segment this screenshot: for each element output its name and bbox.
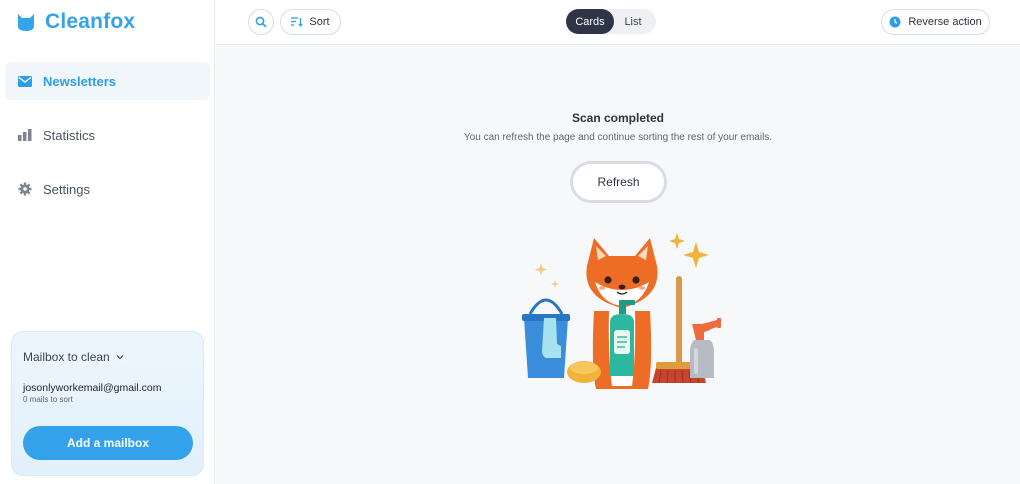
- refresh-button[interactable]: Refresh: [570, 161, 667, 203]
- scan-status-message: You can refresh the page and continue so…: [463, 132, 773, 143]
- sidebar-item-settings[interactable]: Settings: [5, 170, 210, 208]
- sidebar: Cleanfox Newsletters Statistics Settings…: [0, 0, 215, 484]
- fox-cleaning-illustration: [522, 233, 721, 389]
- scan-status-title: Scan completed: [571, 111, 665, 125]
- mailbox-title: Mailbox to clean: [23, 350, 110, 364]
- sidebar-nav: Newsletters Statistics Settings: [5, 62, 210, 224]
- search-button[interactable]: [248, 9, 274, 35]
- sidebar-item-newsletters[interactable]: Newsletters: [5, 62, 210, 100]
- gear-icon: [17, 181, 33, 197]
- mailbox-selector[interactable]: Mailbox to clean: [23, 350, 124, 364]
- sort-label: Sort: [309, 16, 330, 28]
- clock-icon: [889, 16, 901, 28]
- sort-icon: [291, 17, 304, 27]
- top-toolbar: Sort Cards List Reverse action: [216, 0, 1020, 45]
- add-mailbox-button[interactable]: Add a mailbox: [23, 426, 193, 460]
- reverse-action-label: Reverse action: [908, 16, 982, 28]
- sidebar-item-label: Settings: [43, 181, 90, 197]
- search-icon: [255, 16, 267, 28]
- view-toggle: Cards List: [566, 9, 656, 34]
- logo[interactable]: Cleanfox: [16, 9, 135, 35]
- sidebar-item-label: Newsletters: [43, 73, 116, 89]
- mailbox-card: Mailbox to clean josonlyworkemail@gmail.…: [11, 331, 204, 476]
- fox-logo-icon: [18, 14, 34, 31]
- sort-button[interactable]: Sort: [280, 9, 341, 35]
- mailbox-count: 0 mails to sort: [23, 395, 73, 404]
- chevron-down-icon: [116, 355, 124, 360]
- sidebar-item-statistics[interactable]: Statistics: [5, 116, 210, 154]
- app-name: Cleanfox: [45, 10, 136, 33]
- view-option-cards[interactable]: Cards: [566, 9, 614, 34]
- view-option-list[interactable]: List: [614, 9, 652, 34]
- sidebar-item-label: Statistics: [43, 127, 96, 143]
- reverse-action-button[interactable]: Reverse action: [881, 9, 990, 35]
- mailbox-email: josonlyworkemail@gmail.com: [23, 382, 162, 394]
- envelope-icon: [17, 73, 33, 89]
- bar-chart-icon: [17, 127, 33, 143]
- main-content: Scan completed You can refresh the page …: [216, 46, 1020, 484]
